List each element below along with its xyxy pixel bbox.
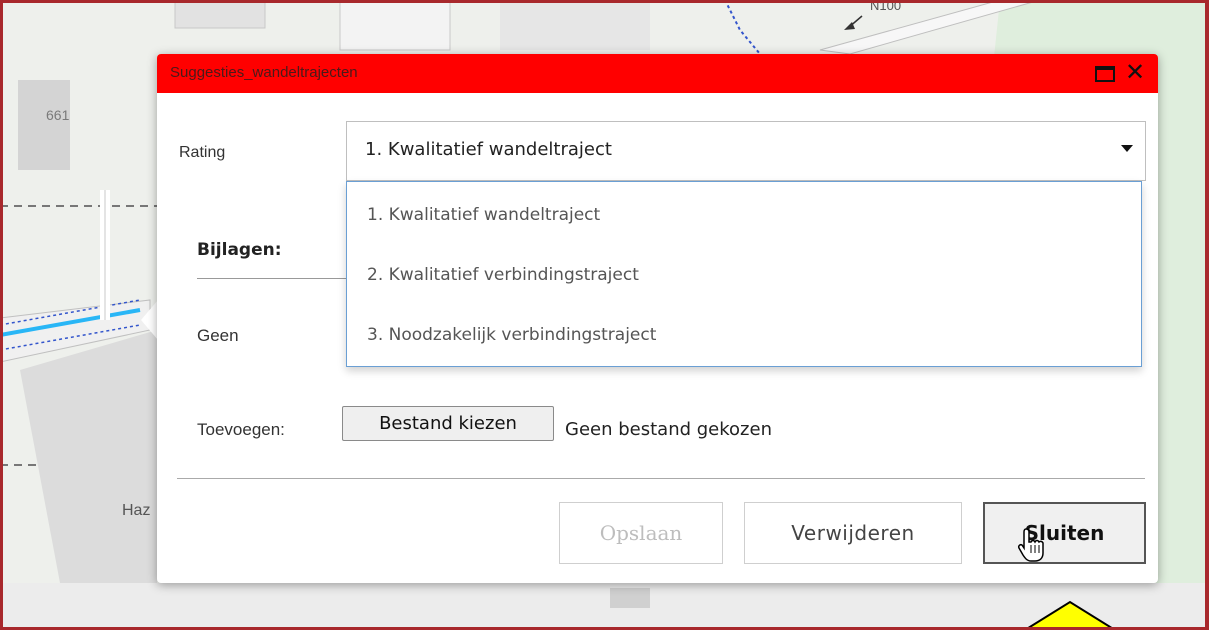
map-label-parcel: 661 bbox=[46, 107, 70, 123]
add-attachment-label: Toevoegen: bbox=[197, 420, 285, 439]
form-divider bbox=[177, 478, 1145, 479]
rating-option[interactable]: 3. Noodzakelijk verbindingstraject bbox=[367, 325, 656, 345]
attachments-heading: Bijlagen: bbox=[197, 240, 282, 260]
rating-dropdown-list: 1. Kwalitatief wandeltraject 2. Kwalitat… bbox=[346, 181, 1142, 367]
rating-label: Rating bbox=[179, 144, 226, 161]
close-button[interactable]: Sluiten bbox=[983, 502, 1146, 564]
rating-select[interactable]: 1. Kwalitatief wandeltraject bbox=[346, 121, 1146, 181]
hand-cursor-icon bbox=[1018, 528, 1044, 562]
pointer-arrow-icon bbox=[1023, 600, 1117, 630]
rating-option[interactable]: 2. Kwalitatief verbindingstraject bbox=[367, 265, 639, 285]
popup-pointer bbox=[141, 300, 158, 340]
rating-select-value[interactable]: 1. Kwalitatief wandeltraject bbox=[365, 139, 612, 160]
delete-button[interactable]: Verwijderen bbox=[744, 502, 962, 564]
rating-option[interactable]: 1. Kwalitatief wandeltraject bbox=[367, 205, 600, 225]
save-button[interactable]: Opslaan bbox=[559, 502, 723, 564]
chevron-down-icon[interactable] bbox=[1121, 145, 1133, 152]
map-label-place: Haz bbox=[122, 502, 151, 519]
choose-file-button[interactable]: Bestand kiezen bbox=[342, 406, 554, 441]
popup-titlebar[interactable]: Suggesties_wandeltrajecten ✕ bbox=[157, 54, 1158, 93]
attribute-popup: Suggesties_wandeltrajecten ✕ Rating 1. K… bbox=[157, 54, 1158, 583]
popup-title: Suggesties_wandeltrajecten bbox=[170, 64, 358, 81]
maximize-icon[interactable] bbox=[1095, 66, 1115, 82]
map-label-road: N100 bbox=[870, 0, 902, 13]
file-status: Geen bestand gekozen bbox=[565, 419, 772, 440]
attachments-value: Geen bbox=[197, 326, 239, 345]
close-icon[interactable]: ✕ bbox=[1125, 58, 1145, 88]
